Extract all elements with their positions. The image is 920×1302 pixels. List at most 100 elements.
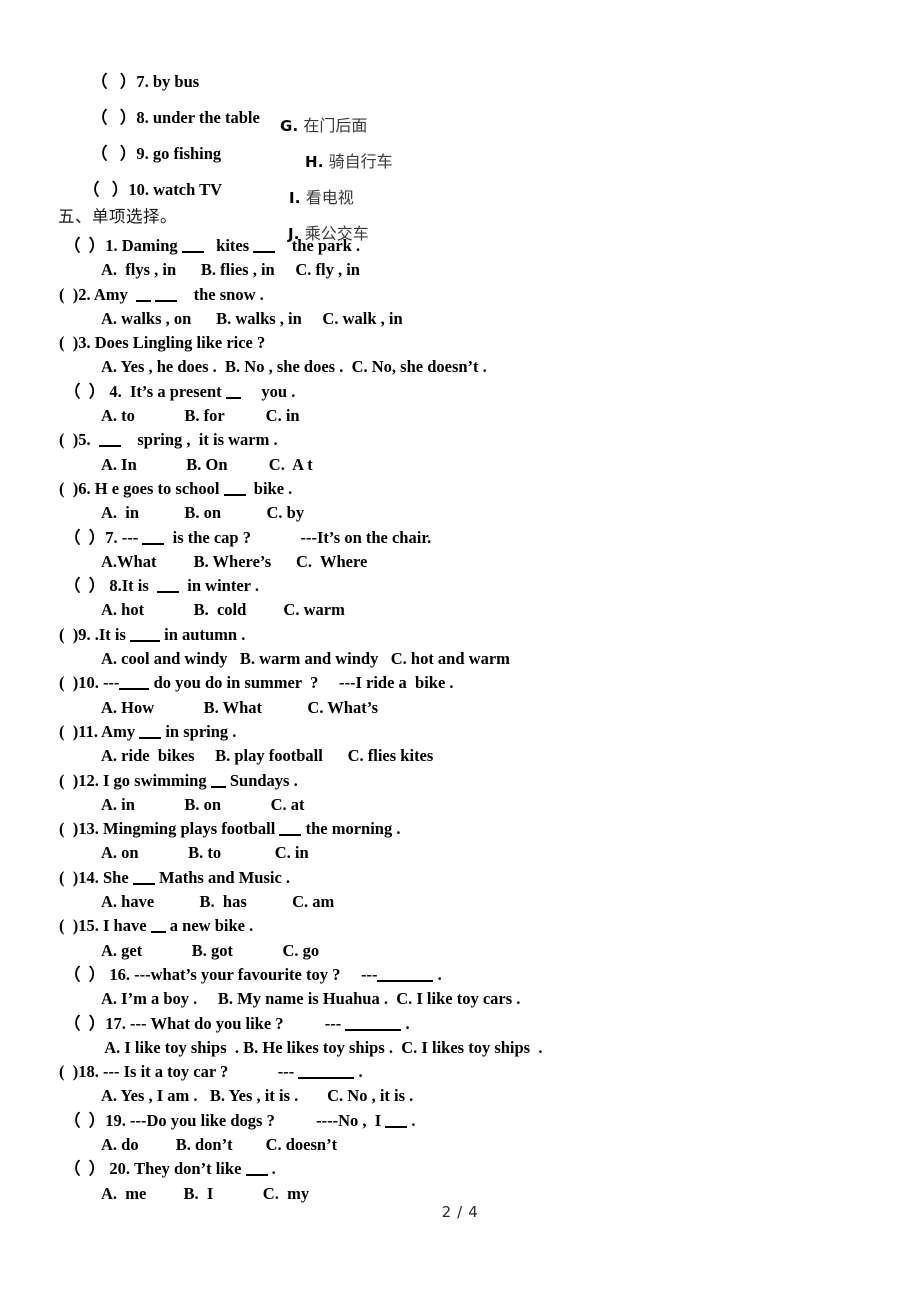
question-options[interactable]: A. do B. don’t C. doesn’t (0, 1133, 920, 1157)
answer-blank-parenthesis[interactable]: （ ） (64, 1159, 105, 1178)
answer-blank-parenthesis[interactable]: ( ) (59, 1062, 78, 1081)
question-text-end: a new bike . (165, 916, 254, 936)
question-text-end: in spring . (161, 721, 237, 741)
question-text-end: do you do in summer ? ---I ride a bike . (149, 673, 454, 693)
question-stem: ( )10. --- do you do in summer ? ---I ri… (0, 671, 920, 695)
question-stem: ( )14. She Maths and Music . (0, 866, 920, 890)
question-stem: ( )12. I go swimming Sundays . (0, 769, 920, 793)
question-text: 6. H e goes to school (78, 478, 224, 498)
question-text-end: . (267, 1159, 276, 1179)
fill-blank[interactable] (253, 239, 276, 253)
question-options[interactable]: A. In B. On C. A t (0, 453, 920, 477)
question-stem: ( )18. --- Is it a toy car ? --- . (0, 1060, 920, 1084)
fill-blank[interactable] (385, 1114, 408, 1128)
question-options[interactable]: A. to B. for C. in (0, 404, 920, 428)
question-options[interactable]: A. flys , in B. flies , in C. fly , in (0, 258, 920, 282)
matching-english-text: watch TV (153, 180, 223, 199)
question-options[interactable]: A. How B. What C. What’s (0, 696, 920, 720)
question-text-end: spring , it is warm . (120, 430, 278, 450)
answer-blank-parenthesis[interactable]: ( ) (59, 673, 78, 692)
question-options[interactable]: A. I’m a boy . B. My name is Huahua . C.… (0, 987, 920, 1011)
question-stem: （ ）17. --- What do you like ? --- . (0, 1012, 920, 1036)
question-text-end: is the cap ? ---It’s on the chair. (164, 527, 432, 547)
answer-blank-parenthesis[interactable]: （ ） (64, 382, 105, 401)
question-stem: （ ） 4. It’s a present you . (0, 380, 920, 404)
question-stem: （ ） 16. ---what’s your favourite toy ? -… (0, 963, 920, 987)
question-stem: ( )13. Mingming plays football the morni… (0, 817, 920, 841)
answer-blank-parenthesis[interactable]: （ ） (64, 528, 105, 547)
matching-item-number: 10. (128, 180, 149, 199)
question-text-end: . (401, 1013, 410, 1033)
question-options[interactable]: A. have B. has C. am (0, 890, 920, 914)
question-options[interactable]: A. walks , on B. walks , in C. walk , in (0, 307, 920, 331)
fill-blank[interactable] (279, 822, 302, 837)
fill-blank[interactable] (119, 676, 150, 691)
question-options[interactable]: A. Yes , I am . B. Yes , it is . C. No ,… (0, 1084, 920, 1108)
fill-blank[interactable] (139, 725, 162, 739)
question-text: 12. I go swimming (78, 770, 211, 790)
answer-blank-parenthesis[interactable]: （ ） (64, 236, 105, 255)
question-text-end: Maths and Music . (154, 867, 291, 887)
question-options[interactable]: A. on B. to C. in (0, 841, 920, 865)
matching-row: （ ）9. go fishing I. 看电视 (58, 120, 758, 207)
matching-row: （ ）10. watch TV J. 乘公交车 (50, 156, 758, 243)
fill-blank[interactable] (98, 433, 121, 448)
question-stem: ( )5. spring , it is warm . (0, 428, 920, 452)
question-options[interactable]: A. in B. on C. at (0, 793, 920, 817)
fill-blank[interactable] (130, 628, 161, 642)
fill-blank[interactable] (150, 919, 166, 934)
answer-blank-parenthesis[interactable]: ( ) (59, 722, 78, 741)
question-text: 4. It’s a present (105, 381, 226, 401)
answer-blank-parenthesis[interactable]: ( ) (59, 625, 78, 644)
question-text: 7. --- (105, 527, 143, 547)
fill-blank[interactable] (377, 968, 434, 982)
multiple-choice-section: （ ）1. Daming kites the park . A. flys , … (0, 234, 920, 1206)
fill-blank[interactable] (225, 385, 241, 399)
question-stem: （ ）19. ---Do you like dogs ? ----No , I … (0, 1109, 920, 1133)
fill-blank[interactable] (155, 288, 178, 302)
question-options[interactable]: A.What B. Where’s C. Where (0, 550, 920, 574)
question-options[interactable]: A. Yes , he does . B. No , she does . C.… (0, 355, 920, 379)
fill-blank[interactable] (136, 288, 151, 302)
answer-blank-parenthesis[interactable]: （ ） (64, 1111, 105, 1130)
question-stem: ( )9. .It is in autumn . (0, 623, 920, 647)
question-options[interactable]: A. ride bikes B. play football C. flies … (0, 744, 920, 768)
fill-blank[interactable] (132, 871, 155, 885)
answer-blank-parenthesis[interactable]: ( ) (59, 916, 78, 935)
matching-row: （ ）7. by bus G. 在门后面 (58, 48, 758, 135)
answer-blank-parenthesis[interactable]: ( ) (59, 819, 78, 838)
question-text: 11. Amy (78, 721, 140, 741)
question-options[interactable]: A. get B. got C. go (0, 939, 920, 963)
question-options[interactable]: A. in B. on C. by (0, 501, 920, 525)
fill-blank[interactable] (345, 1017, 402, 1031)
fill-blank[interactable] (157, 579, 180, 594)
question-text: 17. --- What do you like ? --- (105, 1013, 346, 1033)
fill-blank[interactable] (181, 239, 204, 253)
fill-blank[interactable] (223, 482, 246, 496)
answer-blank-parenthesis[interactable]: ( ) (59, 868, 78, 887)
answer-blank-parenthesis[interactable]: （ ） (64, 1014, 105, 1033)
fill-blank[interactable] (298, 1065, 355, 1080)
matching-section: （ ）7. by bus G. 在门后面 （ ）8. under the tab… (58, 48, 758, 243)
question-stem: ( )6. H e goes to school bike . (0, 477, 920, 501)
question-text: 15. I have (78, 916, 151, 936)
fill-blank[interactable] (210, 774, 226, 788)
answer-blank-parenthesis[interactable]: ( ) (59, 285, 78, 304)
answer-blank-parenthesis[interactable]: （ ） (64, 965, 105, 984)
answer-blank-parenthesis[interactable]: ( ) (59, 771, 78, 790)
answer-blank-parenthesis[interactable]: ( ) (59, 479, 78, 498)
matching-row: （ ）8. under the table H. 骑自行车 (58, 84, 758, 171)
question-stem: （ ） 20. They don’t like . (0, 1157, 920, 1181)
answer-blank-parenthesis[interactable]: ( ) (59, 333, 78, 352)
fill-blank[interactable] (245, 1162, 268, 1177)
question-text: 10. --- (78, 673, 120, 693)
answer-blank-parenthesis[interactable]: ( ) (59, 430, 78, 449)
question-options[interactable]: A. I like toy ships . B. He likes toy sh… (0, 1036, 920, 1060)
worksheet-page: （ ）7. by bus G. 在门后面 （ ）8. under the tab… (0, 0, 920, 1302)
question-text-end: . (354, 1062, 363, 1082)
question-options[interactable]: A. hot B. cold C. warm (0, 598, 920, 622)
answer-blank-parenthesis[interactable]: （ ） (83, 176, 128, 200)
fill-blank[interactable] (142, 531, 165, 545)
answer-blank-parenthesis[interactable]: （ ） (64, 576, 105, 595)
question-options[interactable]: A. cool and windy B. warm and windy C. h… (0, 647, 920, 671)
